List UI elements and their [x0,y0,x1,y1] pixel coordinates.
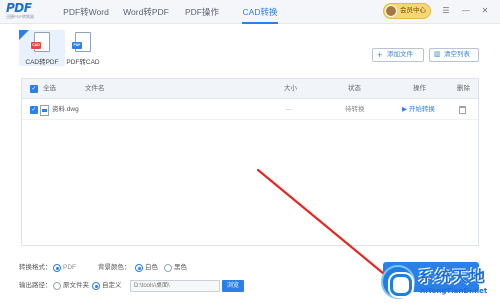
subtool-cad-to-pdf[interactable]: CAD CAD转PDF [19,30,65,66]
app-logo: PDF 迅捷PDF转换器 [6,2,42,22]
menu-icon[interactable]: ☰ [440,5,452,17]
trash-icon: ▥ [434,51,441,58]
header-select-all: 全选 [43,85,56,92]
bg-white-label: 白色 [145,264,158,271]
file-table: ✓ 全选 文件名 大小 状态 操作 删除 ✓ 资料.dwg --- 待转换 ▶ … [21,78,479,246]
watermark-logo-icon [381,265,415,299]
add-file-button[interactable]: + 添加文件 [372,48,424,62]
bg-black-radio[interactable] [164,264,172,272]
header-size: 大小 [284,85,297,92]
select-all-checkbox[interactable]: ✓ [30,85,38,93]
start-convert-button[interactable]: ▶ 开始转换 [402,100,435,120]
header-file-name: 文件名 [85,85,105,92]
browse-button[interactable]: 浏览 [222,280,244,292]
pdf-file-icon: PDF [72,32,91,52]
vip-center-button[interactable]: 会员中心 [383,3,431,19]
start-convert-label: 开始转换 [408,106,435,113]
bg-color-label: 背景颜色： [98,264,131,271]
header-status: 状态 [348,85,361,92]
header-delete: 删除 [457,85,470,92]
play-icon: ▶ [402,106,409,113]
selected-corner-icon [19,30,29,40]
subtool-label: CAD转PDF [25,59,59,66]
minimize-icon[interactable]: — [460,5,472,17]
format-label: 转换格式： [19,264,52,271]
cad-file-icon: CAD [31,32,50,52]
output-path-label: 输出路径： [19,282,52,289]
output-custom-radio[interactable] [92,282,100,290]
format-pdf-label: PDF [63,264,76,271]
header-action: 操作 [413,85,426,92]
output-custom-label: 自定义 [102,282,122,289]
row-checkbox[interactable]: ✓ [30,106,38,114]
tab-word-to-pdf[interactable]: Word转PDF [120,0,172,24]
add-file-label: 添加文件 [387,51,413,58]
logo-subtitle: 迅捷PDF转换器 [6,14,34,19]
table-row[interactable]: ✓ 资料.dwg --- 待转换 ▶ 开始转换 [22,100,478,120]
output-path-input[interactable]: D:\tools\桌面\ [130,280,220,292]
row-status: 待转换 [345,106,365,113]
tab-pdf-to-word[interactable]: PDF转Word [62,0,110,24]
tab-pdf-operations[interactable]: PDF操作 [182,0,222,24]
logo-text: PDF [6,1,32,15]
row-file-name: 资料.dwg [52,106,79,113]
watermark-url: XiTongTianDi.net [420,287,488,295]
pdf-tag: PDF [72,42,82,49]
avatar [385,5,397,17]
plus-icon: + [377,50,383,60]
close-icon[interactable]: ✕ [479,5,491,17]
subtool-pdf-to-cad[interactable]: PDF PDF转CAD [60,30,106,66]
row-size: --- [286,106,293,113]
table-header: ✓ 全选 文件名 大小 状态 操作 删除 [22,79,478,99]
bg-white-radio[interactable] [135,264,143,272]
clear-list-label: 清空列表 [444,51,470,58]
dwg-file-icon [40,105,49,116]
watermark-title: 系统天地 [418,267,487,286]
tab-cad-convert[interactable]: CAD转换 [240,0,280,24]
delete-row-icon[interactable] [459,106,466,114]
vip-center-label: 会员中心 [400,7,426,14]
output-original-folder-radio[interactable] [53,282,61,290]
output-original-folder-label: 原文件夹 [63,282,89,289]
subtool-label: PDF转CAD [66,59,100,66]
clear-list-button[interactable]: ▥ 清空列表 [429,48,479,62]
top-bar: PDF 迅捷PDF转换器 PDF转Word Word转PDF PDF操作 CAD… [0,0,500,24]
format-pdf-radio[interactable] [53,264,61,272]
cad-tag: CAD [31,42,41,49]
bg-black-label: 黑色 [174,264,187,271]
